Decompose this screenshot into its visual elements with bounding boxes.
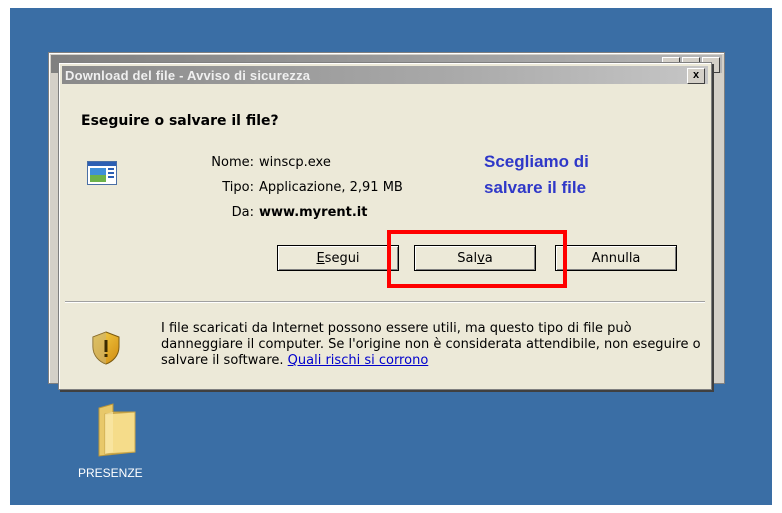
close-button[interactable]: x bbox=[687, 68, 705, 84]
shield-warning-icon bbox=[92, 331, 120, 365]
file-icon bbox=[87, 161, 117, 185]
security-warning: I file scaricati da Internet possono ess… bbox=[161, 321, 706, 369]
field-label-from: Da: bbox=[231, 205, 254, 220]
dialog-titlebar: Download del file - Avviso di sicurezza … bbox=[62, 66, 708, 84]
dialog-divider bbox=[65, 301, 705, 303]
download-security-dialog: Download del file - Avviso di sicurezza … bbox=[58, 62, 712, 390]
field-label-type: Tipo: bbox=[222, 180, 254, 195]
annotation-line-2: salvare il file bbox=[484, 178, 587, 197]
run-button-mnemonic: E bbox=[316, 251, 325, 266]
run-button-post: segui bbox=[324, 251, 360, 266]
field-values: winscp.exe Applicazione, 2,91 MB www.myr… bbox=[259, 150, 403, 225]
dialog-title: Download del file - Avviso di sicurezza bbox=[65, 67, 311, 83]
field-label-name: Nome: bbox=[211, 155, 254, 170]
field-value-type: Applicazione, 2,91 MB bbox=[259, 180, 403, 195]
save-highlight-box bbox=[387, 230, 567, 288]
risks-link[interactable]: Quali rischi si corrono bbox=[288, 353, 429, 368]
warning-text: I file scaricati da Internet possono ess… bbox=[161, 321, 701, 368]
annotation-line-1: Scegliamo di bbox=[484, 152, 589, 171]
run-button[interactable]: Esegui bbox=[277, 245, 399, 271]
folder-label[interactable]: PRESENZE bbox=[78, 466, 143, 480]
field-value-from: www.myrent.it bbox=[259, 205, 368, 220]
field-labels: Nome: Tipo: Da: bbox=[169, 150, 254, 225]
cancel-button[interactable]: Annulla bbox=[555, 245, 677, 271]
annotation-text: Scegliamo di salvare il file bbox=[484, 149, 589, 201]
dialog-heading: Eseguire o salvare il file? bbox=[81, 113, 279, 129]
folder-icon[interactable] bbox=[95, 402, 141, 458]
field-value-name: winscp.exe bbox=[259, 155, 331, 170]
